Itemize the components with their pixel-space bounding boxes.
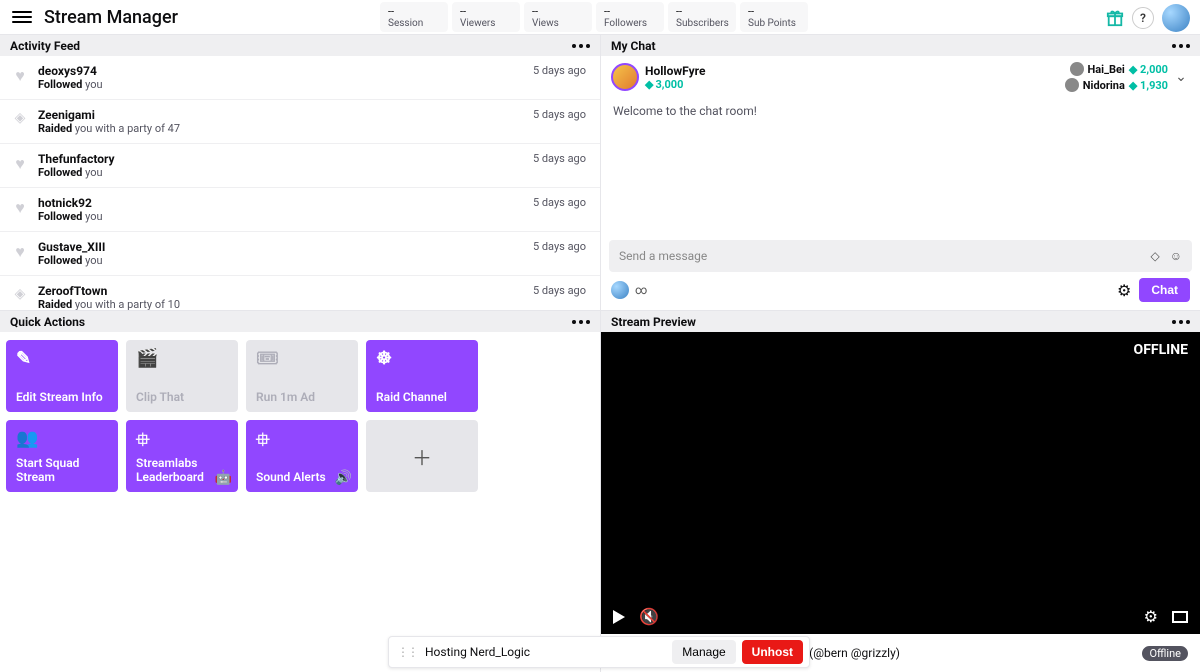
chat-input[interactable]: Send a message ◇ ☺ — [609, 240, 1192, 272]
gift-icon[interactable] — [1106, 9, 1124, 27]
volume-icon[interactable]: 🔇 — [639, 607, 659, 626]
help-button[interactable]: ? — [1132, 7, 1154, 29]
qa-sound-alerts[interactable]: ⯐Sound Alerts🔊 — [246, 420, 358, 492]
qa-add-action[interactable]: ＋ — [366, 420, 478, 492]
channel-points-avatar[interactable] — [611, 281, 629, 299]
robot-icon: 🤖 — [215, 470, 232, 486]
feed-item[interactable]: ◈ZeenigamiRaided you with a party of 475… — [0, 100, 600, 144]
heart-icon: ♥ — [12, 154, 28, 174]
stream-preview: OFFLINE 🔇 ⚙ pex. Squad Stream with Twitc… — [601, 332, 1200, 672]
qa-run-ad[interactable]: 🎟Run 1m Ad — [246, 340, 358, 412]
pencil-icon: ✎ — [16, 348, 108, 366]
heart-icon: ♥ — [12, 242, 28, 262]
leader-avatar — [1065, 78, 1079, 92]
chat-user-avatar — [611, 63, 639, 91]
chat-send-button[interactable]: Chat — [1139, 278, 1190, 302]
chat-panel: HollowFyre ◆ 3,000 Hai_Bei◆ 2,000 Nidori… — [601, 56, 1200, 310]
feed-item[interactable]: ◈ZeroofTtownRaided you with a party of 1… — [0, 276, 600, 310]
qa-edit-stream-info[interactable]: ✎Edit Stream Info — [6, 340, 118, 412]
manage-button[interactable]: Manage — [672, 640, 735, 664]
chat-title: My Chat — [611, 39, 656, 53]
heart-icon: ♥ — [12, 66, 28, 86]
chat-user-name: HollowFyre — [645, 64, 705, 78]
emoji-icon[interactable]: ☺ — [1170, 249, 1182, 263]
leader-row[interactable]: Nidorina◆ 1,930 — [1065, 78, 1168, 92]
stat-session: --Session — [380, 2, 448, 32]
activity-feed: ♥deoxys974Followed you5 days ago ◈Zeenig… — [0, 56, 600, 310]
chat-settings-icon[interactable]: ⚙ — [1117, 281, 1131, 300]
stat-viewers: --Viewers — [452, 2, 520, 32]
preview-header: Stream Preview — [601, 310, 1200, 332]
chat-leaderboard: Hai_Bei◆ 2,000 Nidorina◆ 1,930 — [1065, 62, 1168, 92]
quick-actions-header: Quick Actions — [0, 310, 600, 332]
feed-item[interactable]: ♥Gustave_XIIIFollowed you5 days ago — [0, 232, 600, 276]
raid-icon: ◈ — [12, 286, 28, 302]
chevron-down-icon[interactable]: ⌄ — [1172, 69, 1190, 85]
header: Stream Manager --Session --Viewers --Vie… — [0, 0, 1200, 34]
group-icon: 👥 — [16, 428, 108, 446]
bits-icon[interactable]: ◇ — [1151, 249, 1160, 263]
stat-views: --Views — [524, 2, 592, 32]
stat-subpoints: --Sub Points — [740, 2, 808, 32]
chat-messages: Welcome to the chat room! — [601, 98, 1200, 240]
sound-icon: 🔊 — [335, 470, 352, 486]
qa-clip-that[interactable]: 🎬Clip That — [126, 340, 238, 412]
raid-icon: ◈ — [12, 110, 28, 126]
quick-actions-title: Quick Actions — [10, 315, 85, 329]
activity-feed-title: Activity Feed — [10, 39, 80, 53]
activity-feed-header: Activity Feed — [0, 34, 600, 56]
offline-label: OFFLINE — [1134, 342, 1188, 358]
leader-row[interactable]: Hai_Bei◆ 2,000 — [1070, 62, 1169, 76]
preview-menu[interactable] — [1172, 320, 1190, 324]
leader-avatar — [1070, 62, 1084, 76]
stat-followers: --Followers — [596, 2, 664, 32]
video-player[interactable]: OFFLINE 🔇 ⚙ — [601, 332, 1200, 634]
feed-item[interactable]: ♥ThefunfactoryFollowed you5 days ago — [0, 144, 600, 188]
offline-badge: Offline — [1142, 646, 1188, 661]
chat-welcome: Welcome to the chat room! — [613, 104, 1188, 118]
preview-title: Stream Preview — [611, 315, 696, 329]
plus-icon: ＋ — [412, 442, 432, 471]
extension-icon: ⯐ — [256, 428, 348, 446]
unhost-button[interactable]: Unhost — [742, 640, 803, 664]
activity-feed-menu[interactable] — [572, 44, 590, 48]
fullscreen-icon[interactable] — [1172, 611, 1188, 623]
host-bar[interactable]: ⋮⋮ Hosting Nerd_Logic Manage Unhost — [388, 636, 810, 668]
ticket-icon: 🎟 — [256, 348, 348, 366]
menu-icon[interactable] — [12, 7, 32, 27]
play-icon[interactable] — [613, 610, 625, 624]
extension-icon: ⯐ — [136, 428, 228, 446]
chat-current-user[interactable]: HollowFyre ◆ 3,000 — [611, 62, 705, 92]
quick-actions: ✎Edit Stream Info 🎬Clip That 🎟Run 1m Ad … — [0, 332, 600, 672]
drag-handle-icon[interactable]: ⋮⋮ — [397, 645, 417, 659]
heart-icon: ♥ — [12, 198, 28, 218]
qa-squad-stream[interactable]: 👥Start Squad Stream — [6, 420, 118, 492]
chat-user-points: ◆ 3,000 — [645, 78, 705, 91]
clapper-icon: 🎬 — [136, 348, 228, 366]
qa-raid-channel[interactable]: ☸Raid Channel — [366, 340, 478, 412]
chat-menu[interactable] — [1172, 44, 1190, 48]
quick-actions-menu[interactable] — [572, 320, 590, 324]
steering-icon: ☸ — [376, 348, 468, 366]
player-settings-icon[interactable]: ⚙ — [1144, 607, 1158, 626]
feed-item[interactable]: ♥deoxys974Followed you5 days ago — [0, 56, 600, 100]
feed-item[interactable]: ♥hotnick92Followed you5 days ago — [0, 188, 600, 232]
chat-header: My Chat — [601, 34, 1200, 56]
chat-placeholder: Send a message — [619, 249, 707, 263]
user-avatar[interactable] — [1162, 4, 1190, 32]
page-title: Stream Manager — [44, 7, 178, 28]
host-text: Hosting Nerd_Logic — [425, 645, 530, 659]
stat-boxes: --Session --Viewers --Views --Followers … — [380, 2, 808, 32]
qa-streamlabs-leaderboard[interactable]: ⯐Streamlabs Leaderboard🤖 — [126, 420, 238, 492]
stat-subscribers: --Subscribers — [668, 2, 736, 32]
channel-points-value: ∞ — [635, 283, 647, 297]
